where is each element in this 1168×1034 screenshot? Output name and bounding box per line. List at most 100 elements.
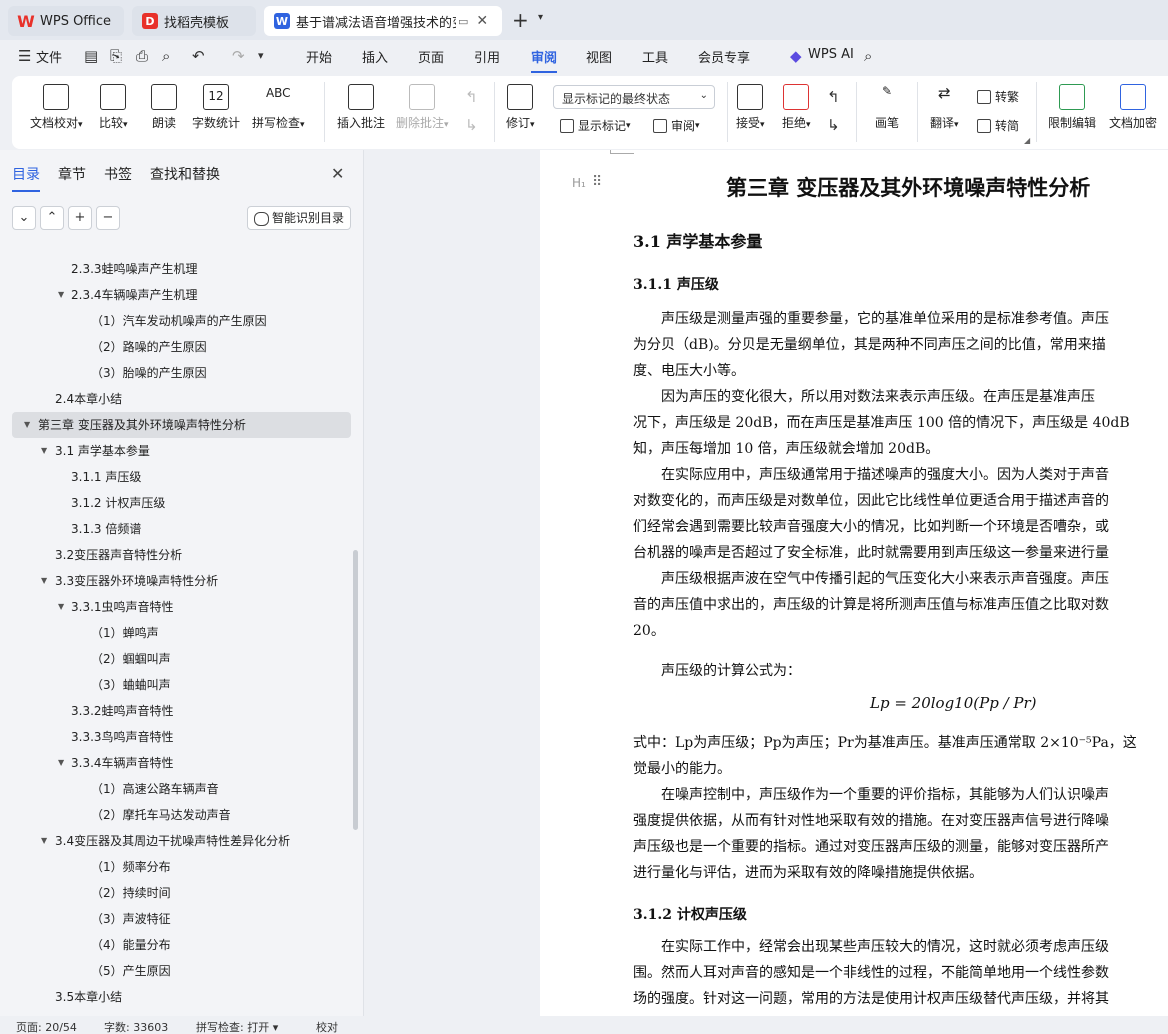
toc-item[interactable]: 3.3.3鸟鸣声音特性 — [0, 724, 352, 750]
chevron-down-icon[interactable]: ▾ — [538, 12, 543, 23]
restrict-edit-button[interactable]: 限制编辑 — [1048, 84, 1096, 131]
toc-item[interactable]: 3.1.1 声压级 — [0, 464, 352, 490]
toc-item[interactable]: 3.2变压器声音特性分析 — [0, 542, 352, 568]
toc-item[interactable]: （2）持续时间 — [0, 880, 352, 906]
toc-item[interactable]: （2）摩托车马达发动声音 — [0, 802, 352, 828]
toc-item[interactable]: （3）蛐蛐叫声 — [0, 672, 352, 698]
menu-file[interactable]: 文件 — [36, 47, 62, 66]
toc-item[interactable]: 3.3.2蛙鸣声音特性 — [0, 698, 352, 724]
toc-item[interactable]: （1）蝉鸣声 — [0, 620, 352, 646]
insert-comment-button[interactable]: 插入批注 — [337, 84, 385, 131]
print-icon[interactable]: ⎙ — [136, 47, 148, 65]
word-count-button[interactable]: 12 字数统计 — [192, 84, 240, 131]
document-page[interactable]: H₁ ⠿ 第三章 变压器及其外环境噪声特性分析 3.1 声学基本参量 3.1.1… — [540, 150, 1168, 1016]
review-pane-button[interactable]: 审阅 ▾ — [653, 117, 700, 134]
expand-down-icon[interactable]: ⌄ — [12, 206, 36, 230]
toc-item[interactable]: （1）频率分布 — [0, 854, 352, 880]
toc-item[interactable]: （2）路噪的产生原因 — [0, 334, 352, 360]
toc-item[interactable]: 2.4本章小结 — [0, 386, 352, 412]
prev-change-icon[interactable]: ↰ — [827, 88, 840, 106]
toc-item[interactable]: ▼ 3.3.4车辆声音特性 — [0, 750, 352, 776]
close-icon[interactable]: ✕ — [331, 164, 344, 183]
export-icon[interactable]: ⎘ — [110, 47, 122, 65]
toc-item[interactable]: （3）声波特征 — [0, 906, 352, 932]
remove-heading-icon[interactable]: − — [96, 206, 120, 230]
show-markup-button[interactable]: 显示标记 ▾ — [560, 117, 631, 134]
menu-page[interactable]: 页面 — [418, 47, 444, 66]
read-aloud-button[interactable]: 朗读 — [151, 84, 177, 131]
compare-button[interactable]: 比较▾ — [99, 84, 128, 131]
print-preview-icon[interactable]: ⌕ — [162, 47, 170, 65]
expand-triangle-icon[interactable]: ▼ — [41, 568, 47, 594]
toc-item[interactable]: （2）蝈蝈叫声 — [0, 646, 352, 672]
toc-item[interactable]: 3.1.3 倍频谱 — [0, 516, 352, 542]
menu-reference[interactable]: 引用 — [474, 47, 500, 66]
expand-triangle-icon[interactable]: ▼ — [41, 828, 47, 854]
more-chevron-icon[interactable]: ▾ — [258, 49, 264, 62]
proofread-button[interactable]: 文档校对▾ — [30, 84, 83, 131]
toc-item[interactable]: ▼ 3.4变压器及其周边干扰噪声特性差异化分析 — [0, 828, 352, 854]
toc-scrollbar[interactable] — [353, 550, 358, 830]
collapse-up-icon[interactable]: ⌃ — [40, 206, 64, 230]
save-icon[interactable]: ▤ — [84, 47, 98, 65]
proofread-status[interactable]: 校对 — [316, 1019, 338, 1034]
word-count-status[interactable]: 字数: 33603 — [104, 1019, 168, 1034]
menu-member[interactable]: 会员专享 — [698, 47, 750, 66]
menu-tools[interactable]: 工具 — [642, 47, 668, 66]
toc-item[interactable]: ▼ 第三章 变压器及其外环境噪声特性分析 — [12, 412, 351, 438]
smart-toc-button[interactable]: 智能识别目录 — [247, 206, 351, 230]
menu-review[interactable]: 审阅 — [531, 47, 558, 73]
toc-item[interactable]: ▼ 3.1 声学基本参量 — [0, 438, 352, 464]
hamburger-icon[interactable]: ☰ — [18, 47, 31, 65]
menu-start[interactable]: 开始 — [306, 47, 332, 66]
encrypt-button[interactable]: 文档加密 — [1109, 84, 1157, 131]
toc-item[interactable]: ▼ 3.3.1虫鸣声音特性 — [0, 594, 352, 620]
menu-wps-ai[interactable]: WPS AI — [808, 47, 854, 62]
accept-button[interactable]: 接受▾ — [736, 84, 765, 131]
toc-item[interactable]: 2.3.3蛙鸣噪声产生机理 — [0, 256, 352, 282]
spell-check-button[interactable]: ABC 拼写检查▾ — [252, 84, 305, 131]
prev-comment-icon[interactable]: ↰ — [465, 88, 478, 106]
new-tab-icon[interactable]: + — [512, 8, 529, 32]
add-heading-icon[interactable]: + — [68, 206, 92, 230]
expand-triangle-icon[interactable]: ▼ — [58, 282, 64, 308]
delete-comment-button[interactable]: 删除批注▾ — [396, 84, 449, 131]
tab-docer-templates[interactable]: D 找稻壳模板 — [132, 6, 256, 36]
translate-button[interactable]: ⇄ 翻译▾ — [930, 84, 959, 131]
toc-item[interactable]: ▼ 3.3变压器外环境噪声特性分析 — [0, 568, 352, 594]
expand-triangle-icon[interactable]: ▼ — [24, 412, 30, 438]
track-changes-button[interactable]: 修订▾ — [506, 84, 535, 131]
toc-item[interactable]: （3）胎噪的产生原因 — [0, 360, 352, 386]
nav-tab-sections[interactable]: 章节 — [58, 164, 86, 184]
toc-item[interactable]: （4）能量分布 — [0, 932, 352, 958]
spell-check-status[interactable]: 拼写检查: 打开 ▾ — [196, 1019, 278, 1034]
reject-button[interactable]: 拒绝▾ — [782, 84, 811, 131]
menu-view[interactable]: 视图 — [586, 47, 612, 66]
toc-item[interactable]: （1）汽车发动机噪声的产生原因 — [0, 308, 352, 334]
expand-triangle-icon[interactable]: ▼ — [58, 594, 64, 620]
page-indicator[interactable]: 页面: 20/54 — [16, 1019, 77, 1034]
to-simplified-button[interactable]: 转简 — [977, 117, 1019, 134]
pen-button[interactable]: ✎ 画笔 — [874, 84, 900, 131]
expand-triangle-icon[interactable]: ▼ — [41, 438, 47, 464]
expand-corner-icon[interactable]: ◢ — [1024, 136, 1030, 145]
menu-insert[interactable]: 插入 — [362, 47, 388, 66]
toc-item[interactable]: （5）产生原因 — [0, 958, 352, 984]
next-change-icon[interactable]: ↳ — [827, 116, 840, 134]
toc-item[interactable]: ▼ 2.3.4车辆噪声产生机理 — [0, 282, 352, 308]
next-comment-icon[interactable]: ↳ — [465, 116, 478, 134]
tab-wps-office[interactable]: W WPS Office — [8, 6, 124, 36]
toc-item[interactable]: 3.5本章小结 — [0, 984, 352, 1006]
to-traditional-button[interactable]: 转繁 — [977, 88, 1019, 105]
drag-handle-icon[interactable]: ⠿ — [592, 174, 602, 190]
nav-tab-bookmarks[interactable]: 书签 — [104, 164, 132, 184]
search-icon[interactable]: ⌕ — [864, 47, 872, 65]
nav-tab-find-replace[interactable]: 查找和替换 — [150, 164, 220, 184]
toc-item[interactable]: 3.1.2 计权声压级 — [0, 490, 352, 516]
undo-icon[interactable]: ↶ — [192, 47, 205, 65]
screen-icon[interactable]: ▭ — [458, 15, 468, 28]
expand-triangle-icon[interactable]: ▼ — [58, 750, 64, 776]
redo-icon[interactable]: ↷ — [232, 47, 245, 65]
markup-display-select[interactable]: 显示标记的最终状态 ⌄ — [553, 85, 715, 109]
nav-tab-toc[interactable]: 目录 — [12, 164, 40, 192]
